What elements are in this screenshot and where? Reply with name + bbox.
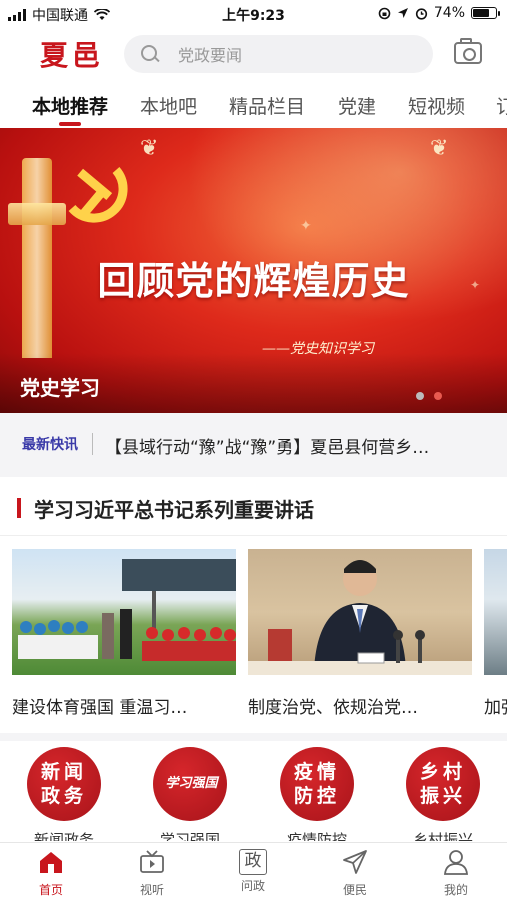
shortcut-news-gov[interactable]: 新闻政务 新闻政务 (19, 747, 109, 841)
article-card[interactable]: 加强 (484, 549, 507, 718)
dove-icon: ❦ (430, 136, 449, 161)
banner-glow (150, 128, 507, 348)
flash-news-text[interactable]: 【县域行动“豫”战“豫”勇】夏邑县何营乡… (105, 433, 495, 458)
bottom-nav: 首页 视听 政 问政 便民 我的 (0, 842, 507, 900)
carousel-dot[interactable] (416, 392, 424, 400)
xuexi-qiangguo-logo: 学习强国 (153, 747, 227, 821)
article-thumbnail (12, 549, 236, 675)
app-header: 夏邑 党政要闻 (0, 30, 507, 80)
article-title: 加强 (484, 698, 507, 718)
nav-label: 问政 (240, 879, 265, 893)
search-placeholder: 党政要闻 (178, 46, 243, 65)
article-title: 制度治党、依规治党… (248, 698, 418, 718)
shortcut-epidemic[interactable]: 疫情防控 疫情防控 (272, 747, 362, 841)
dove-icon: ❦ (140, 136, 159, 161)
status-bar: 中国联通 上午9:23 74% (0, 0, 507, 28)
status-right: 74% (378, 5, 500, 21)
nav-label: 首页 (38, 883, 63, 897)
article-thumbnail (484, 549, 507, 675)
search-icon (140, 44, 160, 64)
news-gov-icon: 新闻政务 (27, 747, 101, 821)
section-divider (0, 733, 507, 741)
nav-label: 我的 (443, 883, 468, 897)
send-icon (343, 850, 367, 874)
section-title[interactable]: 学习习近平总书记系列重要讲话 (34, 494, 314, 523)
nav-profile[interactable]: 我的 (426, 849, 486, 898)
active-tab-indicator (59, 122, 81, 126)
meeting-photo (248, 560, 472, 675)
epidemic-icon: 疫情防控 (280, 747, 354, 821)
nav-inquiry[interactable]: 政 问政 (223, 849, 283, 894)
home-icon (40, 852, 62, 873)
shortcut-label: 疫情防控 (286, 831, 347, 841)
battery-percent: 74% (433, 5, 465, 21)
tab-short-video[interactable]: 短视频 (408, 92, 465, 119)
tab-more[interactable]: 订 (496, 92, 507, 119)
tab-premium[interactable]: 精品栏目 (229, 92, 305, 119)
section-header: 学习习近平总书记系列重要讲话 (0, 478, 507, 536)
user-icon (444, 850, 468, 875)
article-card[interactable]: 建设体育强国 重温习… (12, 549, 236, 718)
nav-label: 便民 (342, 883, 367, 897)
battery-icon (471, 7, 500, 19)
flash-news-tag: 最新快讯 (22, 437, 78, 453)
article-card[interactable]: 制度治党、依规治党… (248, 549, 472, 718)
search-bar[interactable]: 党政要闻 (124, 35, 433, 73)
xuexi-logo-text: 学习强国 (165, 776, 218, 791)
divider (92, 433, 93, 455)
section-accent-bar (17, 498, 21, 518)
sports-photo (18, 559, 236, 661)
sparkle-icon: ✦ (300, 218, 312, 234)
rotation-lock-icon (378, 7, 391, 19)
hammer-sickle-emblem (68, 167, 128, 223)
category-tabs: 本地推荐 本地吧 精品栏目 党建 短视频 订 (0, 86, 507, 126)
shortcut-grid: 新闻政务 新闻政务 学习强国 学习强国 疫情防控 疫情防控 乡村振兴 乡村振兴 (0, 741, 507, 841)
camera-icon[interactable] (454, 38, 482, 64)
banner-headline: 回顾党的辉煌历史 (97, 259, 410, 303)
tab-party-building[interactable]: 党建 (338, 92, 376, 119)
carousel-dot-active[interactable] (434, 392, 442, 400)
shortcut-label: 乡村振兴 (412, 831, 473, 841)
battery-fill (473, 9, 489, 17)
shortcut-label: 学习强国 (159, 831, 220, 841)
tv-icon (140, 850, 164, 873)
carousel-dots (416, 392, 442, 400)
article-thumbnail (248, 549, 472, 675)
nav-service[interactable]: 便民 (325, 849, 385, 898)
zheng-icon: 政 (239, 849, 267, 875)
nav-home[interactable]: 首页 (21, 849, 81, 898)
shortcut-rural[interactable]: 乡村振兴 乡村振兴 (398, 747, 488, 841)
article-carousel: 建设体育强国 重温习… 制度治党、依规治党… 加强 (0, 549, 507, 729)
tab-local-recommend[interactable]: 本地推荐 (32, 92, 108, 119)
shortcut-label: 新闻政务 (33, 831, 94, 841)
shortcut-xuexi[interactable]: 学习强国 学习强国 (145, 747, 235, 841)
article-title: 建设体育强国 重温习… (12, 698, 188, 718)
alarm-icon (415, 7, 427, 20)
rural-revival-icon: 乡村振兴 (406, 747, 480, 821)
tab-local-bar[interactable]: 本地吧 (140, 92, 197, 119)
banner-caption: 党史学习 (20, 376, 100, 400)
nav-label: 视听 (139, 883, 164, 897)
location-icon (397, 8, 408, 18)
nav-video[interactable]: 视听 (122, 849, 182, 898)
flash-news-bar[interactable]: 最新快讯 【县域行动“豫”战“豫”勇】夏邑县何营乡… (0, 413, 507, 477)
app-logo[interactable]: 夏邑 (40, 34, 104, 74)
